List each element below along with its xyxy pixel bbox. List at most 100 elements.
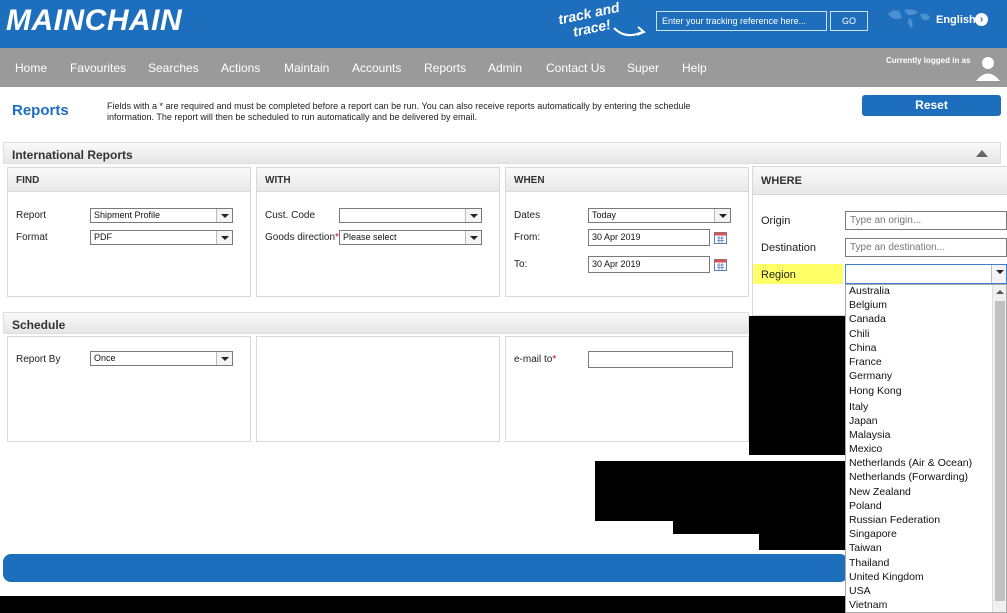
goods-direction-label: Goods direction* (265, 232, 339, 243)
world-map-icon (888, 9, 930, 29)
nav-super[interactable]: Super (627, 61, 659, 75)
main-nav: Home Favourites Searches Actions Maintai… (0, 48, 1007, 87)
region-option[interactable]: Thailand (849, 557, 889, 569)
nav-actions[interactable]: Actions (221, 61, 260, 75)
dates-label: Dates (514, 210, 541, 221)
chevron-down-icon[interactable] (714, 209, 730, 222)
tracking-reference-input[interactable] (656, 11, 827, 31)
nav-searches[interactable]: Searches (148, 61, 199, 75)
schedule-middle-panel (256, 336, 500, 442)
report-select[interactable]: Shipment Profile (90, 208, 233, 223)
region-option[interactable]: New Zealand (849, 486, 911, 498)
nav-help[interactable]: Help (682, 61, 707, 75)
chevron-down-icon[interactable] (216, 231, 232, 244)
region-option[interactable]: Poland (849, 500, 882, 512)
region-label: Region (761, 269, 796, 281)
nav-favourites[interactable]: Favourites (70, 61, 126, 75)
chevron-down-icon[interactable] (216, 352, 232, 365)
page-title: Reports (12, 102, 69, 119)
calendar-icon[interactable] (714, 258, 727, 271)
calendar-icon[interactable] (714, 231, 727, 244)
chevron-down-icon[interactable] (465, 231, 481, 244)
region-option[interactable]: Russian Federation (849, 514, 940, 526)
region-option[interactable]: France (849, 356, 882, 368)
nav-contact-us[interactable]: Contact Us (546, 61, 605, 75)
find-title: FIND (16, 175, 40, 186)
region-select[interactable] (845, 264, 1007, 284)
with-panel: WITH Cust. Code Goods direction* Please … (256, 167, 500, 297)
user-avatar-icon[interactable] (974, 54, 1002, 82)
email-input[interactable] (588, 351, 733, 368)
redaction-block (595, 461, 845, 521)
region-option[interactable]: Vietnam (849, 599, 887, 611)
dates-select[interactable]: Today (588, 208, 731, 223)
to-date-input[interactable]: 30 Apr 2019 (588, 256, 710, 273)
region-option[interactable]: Malaysia (849, 429, 890, 441)
nav-accounts[interactable]: Accounts (352, 61, 401, 75)
nav-home[interactable]: Home (15, 61, 47, 75)
region-option[interactable]: Australia (849, 285, 890, 297)
when-panel: WHEN Dates Today From: 30 Apr 2019 To: 3… (505, 167, 749, 297)
from-date-input[interactable]: 30 Apr 2019 (588, 229, 710, 246)
region-option[interactable]: Canada (849, 313, 886, 325)
cust-code-label: Cust. Code (265, 210, 316, 221)
destination-label: Destination (761, 242, 817, 254)
report-by-label: Report By (16, 354, 61, 365)
region-option[interactable]: Belgium (849, 299, 887, 311)
international-reports-header[interactable]: International Reports (3, 142, 1001, 164)
chevron-down-icon[interactable] (991, 265, 1006, 283)
nav-maintain[interactable]: Maintain (284, 61, 329, 75)
mainchain-logo[interactable]: MAINCHAIN (6, 4, 182, 38)
arrow-circle-right-icon[interactable]: › (975, 13, 988, 26)
cust-code-select[interactable] (339, 208, 482, 223)
origin-label: Origin (761, 215, 791, 227)
when-title: WHEN (514, 175, 545, 186)
origin-input[interactable]: Type an origin... (845, 211, 1007, 230)
nav-reports[interactable]: Reports (424, 61, 466, 75)
report-by-select[interactable]: Once (90, 351, 233, 366)
region-option[interactable]: Taiwan (849, 542, 882, 554)
region-option[interactable]: Germany (849, 370, 892, 382)
nav-admin[interactable]: Admin (488, 61, 522, 75)
find-panel: FIND Report Shipment Profile Format PDF (7, 167, 251, 297)
region-option[interactable]: China (849, 342, 876, 354)
email-label: e-mail to* (514, 354, 557, 365)
required-fields-info: Fields with a * are required and must be… (107, 101, 691, 122)
logged-in-label: Currently logged in as (886, 56, 971, 65)
chevron-down-icon[interactable] (465, 209, 481, 222)
region-option[interactable]: Japan (849, 415, 878, 427)
collapse-up-icon[interactable] (976, 150, 988, 157)
format-label: Format (16, 232, 48, 243)
report-label: Report (16, 210, 47, 221)
region-option[interactable]: Italy (849, 401, 868, 413)
with-title: WITH (265, 175, 291, 186)
chevron-down-icon[interactable] (216, 209, 232, 222)
schedule-email-panel: e-mail to* (505, 336, 749, 442)
goods-direction-select[interactable]: Please select (339, 230, 482, 245)
redaction-block (749, 316, 845, 455)
region-option[interactable]: Mexico (849, 443, 882, 455)
reset-button[interactable]: Reset (862, 95, 1001, 116)
schedule-header[interactable]: Schedule (3, 312, 749, 334)
dropdown-scrollbar[interactable] (992, 285, 1006, 612)
from-label: From: (514, 232, 541, 243)
language-selector[interactable]: English (936, 14, 976, 26)
region-option[interactable]: United Kingdom (849, 571, 924, 583)
go-button[interactable]: GO (830, 11, 868, 31)
region-option[interactable]: Chili (849, 328, 869, 340)
where-title: WHERE (761, 175, 802, 187)
region-option[interactable]: Singapore (849, 528, 897, 540)
top-header: MAINCHAIN track and trace! GO English › (0, 0, 1007, 48)
format-select[interactable]: PDF (90, 230, 233, 245)
destination-input[interactable]: Type an destination... (845, 238, 1007, 257)
region-option[interactable]: Netherlands (Air & Ocean) (849, 457, 972, 469)
region-dropdown-list[interactable]: Australia Belgium Canada Chili China Fra… (845, 284, 1007, 613)
redaction-block (759, 534, 845, 550)
scroll-up-icon[interactable] (996, 290, 1004, 294)
to-label: To: (514, 259, 528, 270)
region-option[interactable]: USA (849, 585, 871, 597)
run-report-bar[interactable] (3, 554, 848, 582)
region-option[interactable]: Netherlands (Forwarding) (849, 471, 968, 483)
region-option[interactable]: Hong Kong (849, 385, 902, 397)
scrollbar-thumb[interactable] (995, 301, 1005, 601)
